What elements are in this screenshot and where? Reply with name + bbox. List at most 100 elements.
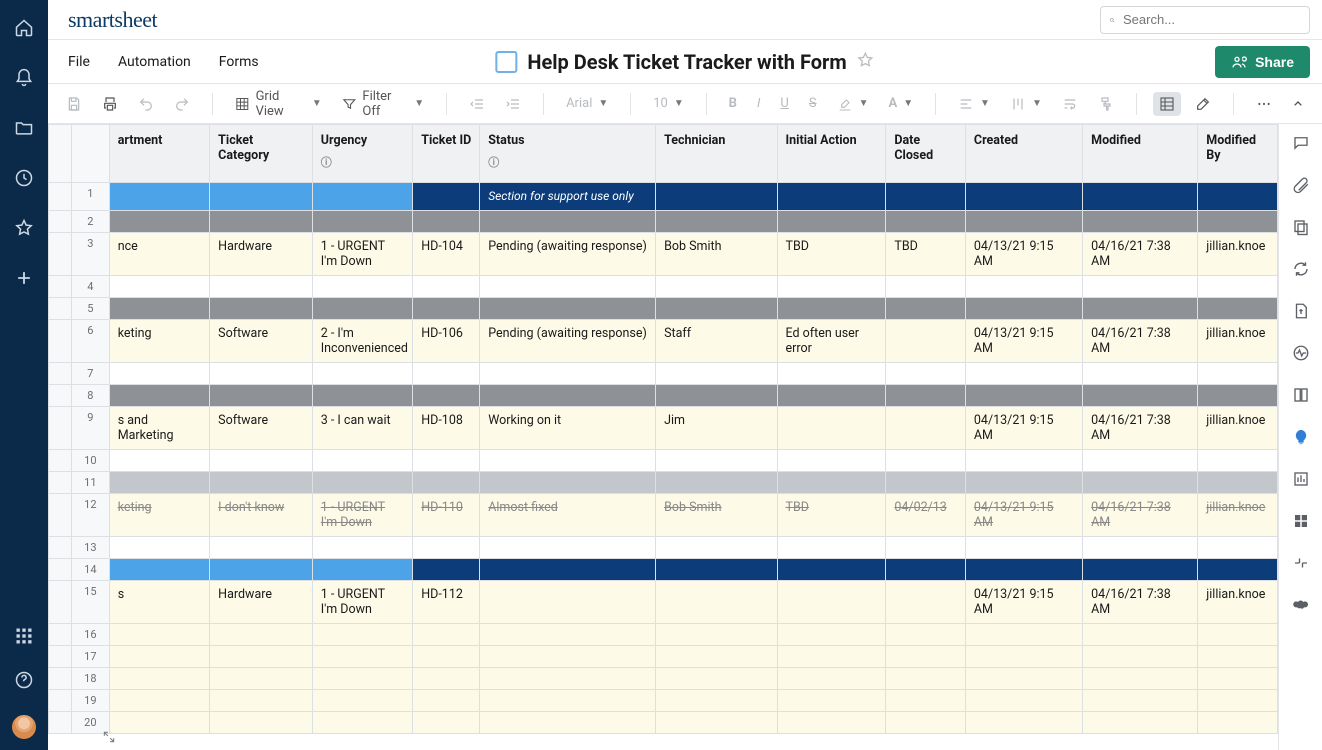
cell-status[interactable]: Almost fixed [480,494,656,537]
cell-urgency[interactable]: 1 - URGENT I'm Down [312,581,412,624]
cell-modified_by[interactable] [1198,298,1278,320]
cell-urgency[interactable]: 1 - URGENT I'm Down [312,494,412,537]
cell-status[interactable]: Pending (awaiting response) [480,233,656,276]
menu-file[interactable]: File [66,50,92,74]
document-title[interactable]: Help Desk Ticket Tracker with Form [527,50,846,74]
cell-status[interactable] [480,363,656,385]
cell-status[interactable] [480,581,656,624]
cell-ticket_category[interactable] [210,690,313,712]
cell-ticket_id[interactable] [413,385,480,407]
cell-modified_by[interactable] [1198,385,1278,407]
cell-initial_action[interactable] [777,276,886,298]
cell-created[interactable] [965,385,1082,407]
add-icon[interactable] [14,268,34,292]
cell-ticket_id[interactable]: HD-112 [413,581,480,624]
italic-icon[interactable]: I [751,92,766,115]
summary-icon[interactable] [1292,428,1310,450]
cell-ticket_id[interactable] [413,559,480,581]
app-launcher-icon[interactable] [14,626,34,650]
cell-ticket_id[interactable] [413,646,480,668]
cell-modified[interactable] [1083,183,1198,211]
cell-created[interactable]: 04/13/21 9:15 AM [965,581,1082,624]
row-number[interactable]: 13 [72,537,110,559]
cell-created[interactable] [965,559,1082,581]
cell-department[interactable] [109,183,209,211]
cell-initial_action[interactable]: TBD [777,494,886,537]
cell-urgency[interactable] [312,472,412,494]
cell-department[interactable] [109,690,209,712]
cell-date_closed[interactable] [886,363,966,385]
cell-department[interactable] [109,211,209,233]
cell-created[interactable] [965,472,1082,494]
cell-modified_by[interactable] [1198,624,1278,646]
cell-urgency[interactable] [312,646,412,668]
cell-technician[interactable]: Bob Smith [656,233,777,276]
home-icon[interactable] [14,18,34,42]
row-gutter[interactable] [49,494,72,537]
cell-modified[interactable]: 04/16/21 7:38 AM [1083,320,1198,363]
cell-created[interactable] [965,537,1082,559]
cell-department[interactable] [109,298,209,320]
cell-technician[interactable] [656,559,777,581]
cell-ticket_category[interactable] [210,559,313,581]
row-gutter[interactable] [49,276,72,298]
text-color-dropdown[interactable]: A▼ [882,92,919,115]
cell-created[interactable] [965,624,1082,646]
cell-date_closed[interactable] [886,624,966,646]
table-row[interactable]: 9s and MarketingSoftware3 - I can waitHD… [49,407,1278,450]
cell-ticket_category[interactable] [210,646,313,668]
underline-icon[interactable]: U [774,92,794,115]
cell-modified[interactable] [1083,211,1198,233]
font-size-dropdown[interactable]: 10 ▼ [647,92,690,115]
cell-department[interactable] [109,646,209,668]
row-gutter[interactable] [49,712,72,734]
cell-modified[interactable] [1083,472,1198,494]
global-search[interactable] [1100,6,1310,34]
cell-ticket_category[interactable]: Hardware [210,581,313,624]
row-gutter[interactable] [49,559,72,581]
cell-ticket_category[interactable] [210,624,313,646]
align-h-dropdown[interactable]: ▼ [952,92,996,116]
cell-initial_action[interactable] [777,450,886,472]
table-row[interactable]: 15sHardware1 - URGENT I'm DownHD-11204/1… [49,581,1278,624]
cell-status[interactable]: Pending (awaiting response) [480,320,656,363]
row-gutter[interactable] [49,581,72,624]
row-gutter[interactable] [49,472,72,494]
cell-initial_action[interactable] [777,624,886,646]
conversations-icon[interactable] [1292,134,1310,156]
folder-icon[interactable] [14,118,34,142]
cell-ticket_id[interactable]: HD-104 [413,233,480,276]
cell-initial_action[interactable] [777,472,886,494]
cell-status[interactable] [480,450,656,472]
cell-ticket_id[interactable] [413,712,480,734]
cell-status[interactable] [480,668,656,690]
cell-modified_by[interactable] [1198,211,1278,233]
cell-date_closed[interactable] [886,450,966,472]
table-row[interactable]: 8 [49,385,1278,407]
cell-modified[interactable] [1083,450,1198,472]
cell-date_closed[interactable] [886,472,966,494]
cell-modified_by[interactable] [1198,712,1278,734]
cell-created[interactable] [965,712,1082,734]
cell-department[interactable] [109,385,209,407]
cell-urgency[interactable] [312,363,412,385]
cell-urgency[interactable] [312,537,412,559]
cell-technician[interactable]: Bob Smith [656,494,777,537]
cell-initial_action[interactable] [777,183,886,211]
cell-modified[interactable] [1083,363,1198,385]
cell-created[interactable] [965,211,1082,233]
table-row[interactable]: 17 [49,646,1278,668]
cell-modified[interactable]: 04/16/21 7:38 AM [1083,581,1198,624]
cell-ticket_id[interactable] [413,690,480,712]
cell-ticket_id[interactable] [413,298,480,320]
bell-icon[interactable] [14,68,34,92]
cell-status[interactable] [480,624,656,646]
cell-date_closed[interactable] [886,211,966,233]
table-row[interactable]: 10 [49,450,1278,472]
cell-ticket_category[interactable] [210,183,313,211]
row-number[interactable]: 12 [72,494,110,537]
highlight-changes-icon[interactable] [1189,92,1217,116]
col-date-closed[interactable]: Date Closed [886,125,966,183]
view-mode-dropdown[interactable]: Grid View ▼ [229,85,328,123]
cell-date_closed[interactable] [886,537,966,559]
